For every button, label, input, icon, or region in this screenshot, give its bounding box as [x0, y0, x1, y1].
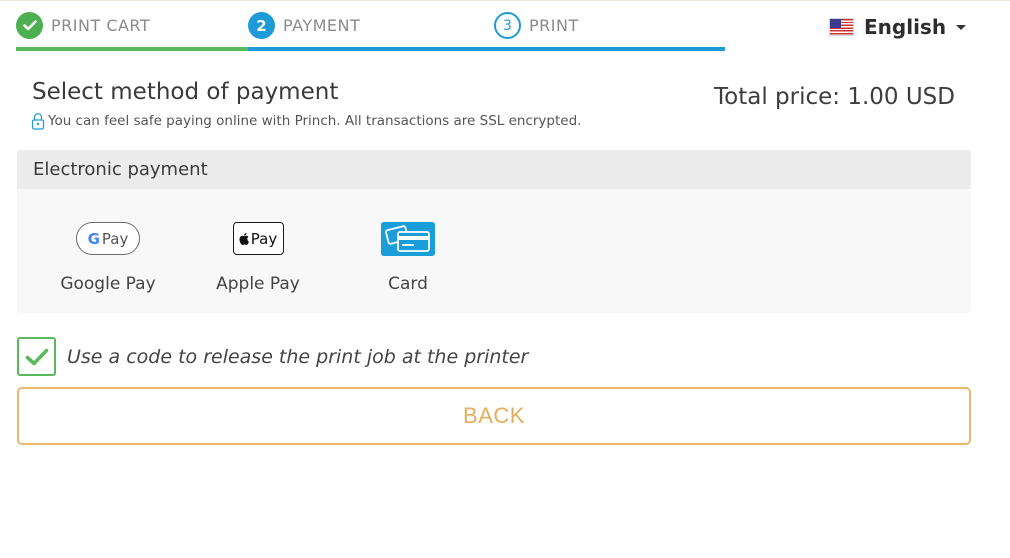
google-pay-icon: G Pay	[76, 222, 140, 255]
step-number: 3	[494, 12, 521, 39]
step-label: PAYMENT	[283, 16, 361, 35]
credit-card-icon	[381, 222, 435, 256]
language-label: English	[864, 15, 947, 39]
payment-methods: G Pay Google Pay Pay Apple Pay Card	[17, 189, 971, 313]
step-progress-bar	[16, 47, 248, 51]
step-print: 3 PRINT	[494, 10, 725, 52]
release-code-option[interactable]: Use a code to release the print job at t…	[17, 337, 528, 376]
back-button[interactable]: BACK	[17, 387, 971, 445]
step-progress-bar	[494, 47, 725, 51]
us-flag-icon	[829, 18, 854, 36]
lock-icon	[31, 113, 45, 130]
card-option[interactable]: Card	[348, 222, 468, 302]
security-note-text: You can feel safe paying online with Pri…	[48, 113, 582, 129]
checkout-stepper: PRINT CART 2 PAYMENT 3 PRINT	[16, 10, 725, 52]
language-selector[interactable]: English	[829, 14, 967, 40]
caret-down-icon	[956, 24, 967, 30]
check-icon	[16, 12, 43, 39]
apple-pay-option[interactable]: Pay Apple Pay	[198, 222, 318, 302]
payment-method-label: Apple Pay	[216, 274, 300, 294]
step-label: PRINT CART	[51, 16, 151, 35]
payment-panel: Electronic payment G Pay Google Pay Pay A…	[17, 150, 971, 313]
payment-method-label: Google Pay	[60, 274, 156, 294]
panel-title: Electronic payment	[17, 150, 971, 189]
release-code-label: Use a code to release the print job at t…	[67, 345, 529, 368]
step-print-cart: PRINT CART	[16, 10, 248, 52]
checkmark-icon	[25, 348, 48, 365]
top-rule	[0, 0, 1010, 3]
security-note: You can feel safe paying online with Pri…	[31, 112, 581, 130]
step-payment: 2 PAYMENT	[248, 10, 494, 52]
apple-pay-icon: Pay	[232, 222, 284, 255]
total-price: Total price: 1.00 USD	[714, 84, 955, 110]
step-number: 2	[248, 12, 275, 39]
step-label: PRINT	[529, 16, 579, 35]
page-title: Select method of payment	[32, 79, 339, 105]
google-pay-option[interactable]: G Pay Google Pay	[48, 222, 168, 302]
payment-method-label: Card	[388, 274, 428, 294]
step-progress-bar	[248, 47, 494, 51]
release-code-checkbox[interactable]	[17, 337, 56, 376]
